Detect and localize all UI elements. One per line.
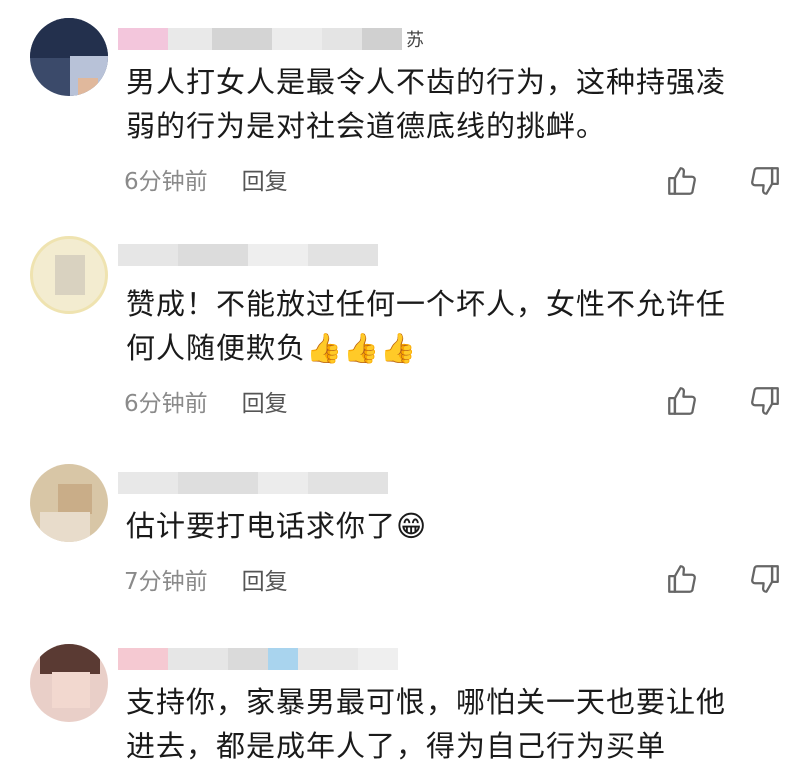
reply-button[interactable]: 回复 <box>242 562 288 596</box>
comment-meta: 6分钟前 回复 <box>124 384 288 418</box>
comment-text: 支持你，家暴男最可恨，哪怕关一天也要让他 进去，都是成年人了，得为自己行为买单 <box>126 680 776 768</box>
thumbs-up-icon[interactable] <box>665 164 699 198</box>
comment-text: 男人打女人是最令人不齿的行为，这种持强凌 弱的行为是对社会道德底线的挑衅。 <box>126 60 776 148</box>
comment-text-line-1: 估计要打电话求你了😁 <box>126 504 776 548</box>
thumbs-up-emoji: 👍👍👍 <box>306 331 418 365</box>
comment-text-line-1: 男人打女人是最令人不齿的行为，这种持强凌 <box>126 65 727 99</box>
thumbs-down-icon[interactable] <box>748 562 782 596</box>
comment-time: 6分钟前 <box>124 169 208 195</box>
avatar[interactable] <box>30 464 108 542</box>
comment-meta: 6分钟前 回复 <box>124 162 288 196</box>
comment-text-line-2: 进去，都是成年人了，得为自己行为买单 <box>126 729 667 763</box>
thumbs-up-icon[interactable] <box>665 562 699 596</box>
thumbs-down-icon[interactable] <box>748 384 782 418</box>
comment-text: 赞成！不能放过任何一个坏人，女性不允许任 何人随便欺负👍👍👍 <box>126 282 776 370</box>
comment-meta: 7分钟前 回复 <box>124 562 288 596</box>
comment-text-line-2-text: 何人随便欺负 <box>126 331 307 365</box>
username[interactable] <box>118 240 458 270</box>
username[interactable]: 苏 <box>118 24 458 54</box>
comment-text-line-2: 何人随便欺负👍👍👍 <box>126 326 776 370</box>
comment-text-line-1: 支持你，家暴男最可恨，哪怕关一天也要让他 <box>126 685 727 719</box>
reply-button[interactable]: 回复 <box>242 384 288 418</box>
username-suffix: 苏 <box>406 30 424 51</box>
comment-time: 6分钟前 <box>124 391 208 417</box>
comment-text-line-2: 弱的行为是对社会道德底线的挑衅。 <box>126 109 607 143</box>
avatar[interactable] <box>30 644 108 722</box>
comment-text: 估计要打电话求你了😁 <box>126 504 776 548</box>
avatar[interactable] <box>30 236 108 314</box>
comment-time: 7分钟前 <box>124 569 208 595</box>
grin-emoji: 😁 <box>396 509 428 543</box>
username[interactable] <box>118 644 458 674</box>
comment-text-line-1-text: 估计要打电话求你了 <box>126 509 397 543</box>
avatar[interactable] <box>30 18 108 96</box>
thumbs-down-icon[interactable] <box>748 164 782 198</box>
comment-text-line-1: 赞成！不能放过任何一个坏人，女性不允许任 <box>126 287 727 321</box>
reply-button[interactable]: 回复 <box>242 162 288 196</box>
thumbs-up-icon[interactable] <box>665 384 699 418</box>
username[interactable] <box>118 468 458 498</box>
